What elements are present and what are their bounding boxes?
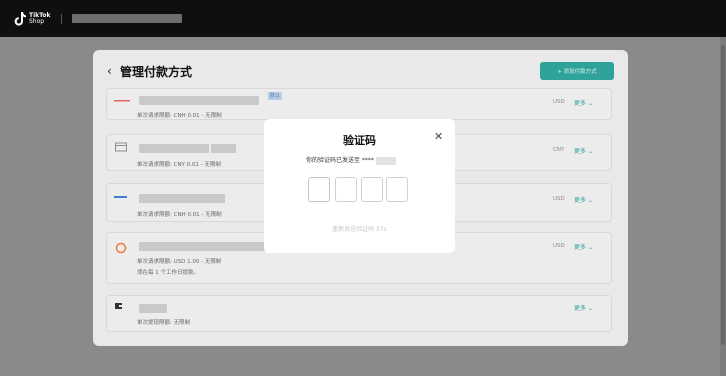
code-sent-message: 你的验证码已发送至 **** [306,155,396,165]
account-name-redacted [211,144,236,153]
more-dropdown[interactable]: 更多 ⌄ [574,303,593,312]
dialog-title: 验证码 [343,134,376,147]
payment-method-row[interactable]: 默认 单次请求限额: CNH 0.01 - 无限制 USD 更多 ⌄ [106,88,612,120]
contact-redacted [375,156,396,165]
verification-code-dialog: 验证码 ✕ 你的验证码已发送至 **** 重新发送验证码 57s [264,119,455,253]
currency-label: CNY [553,147,565,153]
withdrawal-note: 须在每 1 个工作日提款。 [137,270,199,276]
code-digit-input-3[interactable] [361,177,383,202]
more-label: 更多 [574,100,587,107]
chevron-down-icon: ⌄ [588,100,594,107]
account-name-redacted [139,242,269,251]
close-icon[interactable]: ✕ [434,130,443,143]
code-digit-input-4[interactable] [386,177,408,202]
more-dropdown[interactable]: 更多 ⌄ [574,98,593,107]
card-blue-icon [114,193,130,203]
more-dropdown[interactable]: 更多 ⌄ [574,195,593,204]
scrollbar-thumb[interactable] [721,45,725,345]
back-chevron-icon[interactable]: ‹ [107,64,112,78]
request-limit: 单次提现限额: 无限制 [137,320,191,326]
payment-method-row[interactable]: 单次提现限额: 无限制 更多 ⌄ [106,295,612,332]
more-label: 更多 [574,244,587,251]
chevron-down-icon: ⌄ [588,148,594,155]
account-name-redacted [139,194,225,203]
page-scrollbar[interactable] [720,37,726,376]
tiktok-shop-logo[interactable]: TikTok Shop [14,11,51,26]
more-label: 更多 [574,197,587,204]
account-name-redacted [139,304,167,313]
ring-orange-icon [114,242,130,254]
page-title: 管理付款方式 [120,65,193,79]
code-sent-text: 你的验证码已发送至 **** [306,157,374,164]
chevron-down-icon: ⌄ [588,197,594,204]
request-limit: 单次请求限额: CNY 0.01 - 无限制 [137,162,221,168]
more-dropdown[interactable]: 更多 ⌄ [574,242,593,251]
card-red-line-icon [114,96,130,106]
card-outline-icon [114,142,130,152]
account-name-redacted [139,96,259,105]
code-digit-input-1[interactable] [308,177,330,202]
top-bar: TikTok Shop [0,0,726,37]
more-label: 更多 [574,305,587,312]
resend-code-link: 重新发送验证码 57s [332,226,387,233]
shop-name-redacted [71,14,182,23]
code-digit-input-2[interactable] [335,177,357,202]
currency-label: USD [553,99,565,105]
chevron-down-icon: ⌄ [588,305,594,312]
header-divider [60,13,62,24]
request-limit: 单次请求限额: USD 1.00 - 无限制 [137,259,222,265]
request-limit: 单次请求限额: CNH 0.01 - 无限制 [137,212,222,218]
account-name-redacted [139,144,209,153]
request-limit: 单次请求限额: CNH 0.01 - 无限制 [137,113,222,119]
currency-label: USD [553,196,565,202]
default-badge: 默认 [268,92,283,100]
wallet-icon [114,302,130,312]
chevron-down-icon: ⌄ [588,244,594,251]
more-dropdown[interactable]: 更多 ⌄ [574,146,593,155]
more-label: 更多 [574,148,587,155]
tiktok-logo-icon [14,11,26,26]
currency-label: USD [553,243,565,249]
add-payment-method-button[interactable]: + 添加付款方式 [540,62,614,80]
logo-line-2: Shop [29,17,45,25]
